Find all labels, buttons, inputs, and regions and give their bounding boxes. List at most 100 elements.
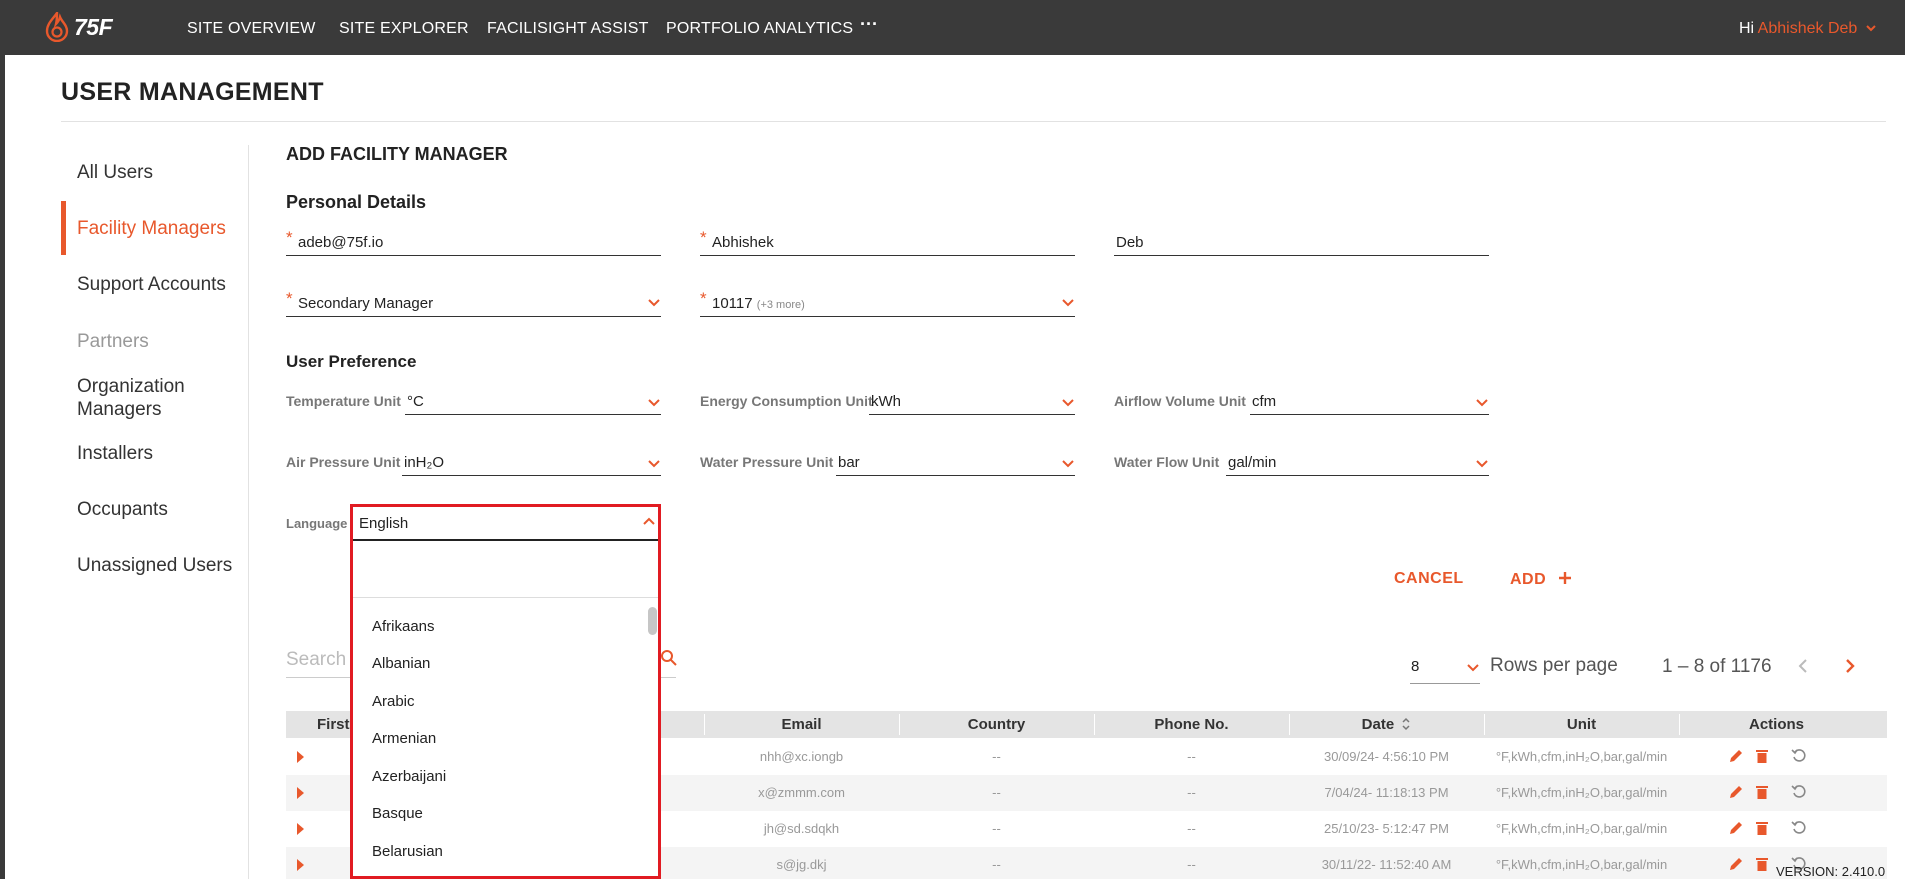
expand-row-icon[interactable]: [297, 823, 304, 835]
water-pressure-unit-select[interactable]: bar: [836, 450, 1075, 476]
expand-row-icon[interactable]: [297, 859, 304, 871]
nav-facilisight-assist[interactable]: FACILISIGHT ASSIST: [487, 20, 649, 38]
cell-phone: --: [1187, 821, 1196, 836]
energy-unit-select[interactable]: kWh: [869, 389, 1075, 415]
delete-icon[interactable]: [1755, 820, 1769, 836]
language-option[interactable]: Azerbaijani: [372, 768, 446, 785]
sidebar-item-support-accounts[interactable]: Support Accounts: [77, 273, 226, 296]
expand-row-icon[interactable]: [297, 787, 304, 799]
role-select[interactable]: * Secondary Manager: [286, 289, 661, 317]
air-pressure-unit-select[interactable]: inH₂O: [402, 450, 661, 476]
column-email[interactable]: Email: [704, 716, 899, 733]
chevron-down-icon: [1062, 299, 1074, 307]
water-flow-unit-label: Water Flow Unit: [1114, 454, 1220, 470]
brand-logo[interactable]: 75F: [44, 12, 113, 42]
search-icon[interactable]: [660, 649, 678, 667]
sort-icon: [1402, 717, 1410, 731]
language-option[interactable]: Afrikaans: [372, 618, 435, 635]
language-select[interactable]: English: [353, 507, 658, 541]
cell-date: 25/10/23- 5:12:47 PM: [1323, 821, 1450, 836]
air-pressure-unit-value: inH₂O: [404, 454, 444, 471]
sidebar-item-facility-managers[interactable]: Facility Managers: [77, 217, 226, 240]
last-name-value: Deb: [1116, 234, 1144, 251]
language-option[interactable]: Belarusian: [372, 843, 443, 860]
site-select[interactable]: * 10117 (+3 more): [700, 289, 1075, 317]
expand-row-icon[interactable]: [297, 751, 304, 763]
reset-icon[interactable]: [1791, 784, 1807, 800]
chevron-down-icon: [1866, 25, 1876, 32]
plus-icon: [1559, 572, 1572, 584]
reset-icon[interactable]: [1791, 748, 1807, 764]
delete-icon[interactable]: [1755, 784, 1769, 800]
chevron-down-icon: [1062, 460, 1074, 468]
cell-unit: °F,kWh,cfm,inH₂O,bar,gal/min: [1495, 785, 1668, 800]
column-country[interactable]: Country: [899, 716, 1094, 733]
personal-details-heading: Personal Details: [286, 192, 427, 212]
language-option[interactable]: Arabic: [372, 693, 415, 710]
language-option[interactable]: Armenian: [372, 730, 436, 747]
required-marker: *: [286, 289, 293, 308]
role-value: Secondary Manager: [298, 295, 434, 312]
version-label: VERSION: 2.410.0: [1776, 864, 1886, 879]
column-unit[interactable]: Unit: [1484, 716, 1679, 733]
cell-email: x@zmmm.com: [758, 785, 845, 800]
more-menu-icon[interactable]: ···: [860, 14, 878, 35]
edit-icon[interactable]: [1728, 784, 1744, 800]
nav-site-overview[interactable]: SITE OVERVIEW: [187, 20, 316, 38]
language-option[interactable]: Albanian: [372, 655, 430, 672]
edit-icon[interactable]: [1728, 820, 1744, 836]
sidebar-item-occupants[interactable]: Occupants: [77, 498, 168, 521]
language-option[interactable]: Basque: [372, 805, 423, 822]
reset-icon[interactable]: [1791, 820, 1807, 836]
last-name-field[interactable]: Deb: [1114, 228, 1489, 256]
column-first[interactable]: First: [317, 716, 350, 733]
site-value-wrapper: 10117 (+3 more): [712, 295, 805, 312]
user-menu[interactable]: Abhishek Deb: [1758, 20, 1877, 37]
column-date[interactable]: Date: [1289, 716, 1484, 733]
user-greeting: Hi Abhishek Deb: [1739, 20, 1877, 38]
page-title: USER MANAGEMENT: [61, 78, 324, 106]
user-name: Abhishek Deb: [1757, 20, 1858, 37]
delete-icon[interactable]: [1755, 748, 1769, 764]
top-navigation-bar: 75F SITE OVERVIEW SITE EXPLORER FACILISI…: [0, 0, 1905, 55]
chevron-down-icon: [1476, 460, 1488, 468]
temperature-unit-select[interactable]: °C: [405, 389, 661, 415]
first-name-field[interactable]: * Abhishek: [700, 228, 1075, 256]
water-flow-unit-value: gal/min: [1228, 454, 1277, 471]
water-pressure-unit-label: Water Pressure Unit: [700, 454, 834, 470]
temperature-unit-label: Temperature Unit: [286, 393, 401, 409]
language-search-input[interactable]: [353, 543, 658, 598]
airflow-unit-select[interactable]: cfm: [1250, 389, 1489, 415]
edit-icon[interactable]: [1728, 856, 1744, 872]
next-page-icon[interactable]: [1843, 656, 1857, 676]
cell-country: --: [992, 785, 1001, 800]
sidebar-item-all-users[interactable]: All Users: [77, 161, 153, 184]
cell-email: s@jg.dkj: [776, 857, 827, 872]
column-date-label: Date: [1361, 716, 1395, 733]
sidebar-item-organization-managers[interactable]: Organization Managers: [77, 375, 237, 421]
delete-icon[interactable]: [1755, 856, 1769, 872]
cell-phone: --: [1187, 749, 1196, 764]
chevron-down-icon: [1476, 399, 1488, 407]
flame-logo-icon: [45, 12, 69, 42]
language-dropdown[interactable]: English Afrikaans Albanian Arabic Armeni…: [350, 504, 661, 879]
rows-per-page-select[interactable]: 8: [1410, 652, 1480, 684]
previous-page-icon[interactable]: [1796, 656, 1810, 676]
required-marker: *: [286, 228, 293, 247]
sidebar-item-unassigned-users[interactable]: Unassigned Users: [77, 554, 232, 577]
water-flow-unit-select[interactable]: gal/min: [1226, 450, 1489, 476]
email-field[interactable]: * adeb@75f.io: [286, 228, 661, 256]
sidebar-divider: [248, 145, 249, 879]
nav-portfolio-analytics[interactable]: PORTFOLIO ANALYTICS: [666, 20, 853, 38]
search-placeholder: Search: [286, 649, 347, 670]
water-pressure-unit-value: bar: [838, 454, 860, 471]
chevron-down-icon: [1467, 664, 1479, 672]
nav-site-explorer[interactable]: SITE EXPLORER: [339, 20, 469, 38]
edit-icon[interactable]: [1728, 748, 1744, 764]
dropdown-scrollbar[interactable]: [648, 607, 657, 635]
sidebar-item-installers[interactable]: Installers: [77, 442, 153, 465]
add-button[interactable]: ADD: [1510, 570, 1573, 589]
cell-phone: --: [1187, 857, 1196, 872]
column-phone[interactable]: Phone No.: [1094, 716, 1289, 733]
cancel-button[interactable]: CANCEL: [1394, 570, 1464, 588]
